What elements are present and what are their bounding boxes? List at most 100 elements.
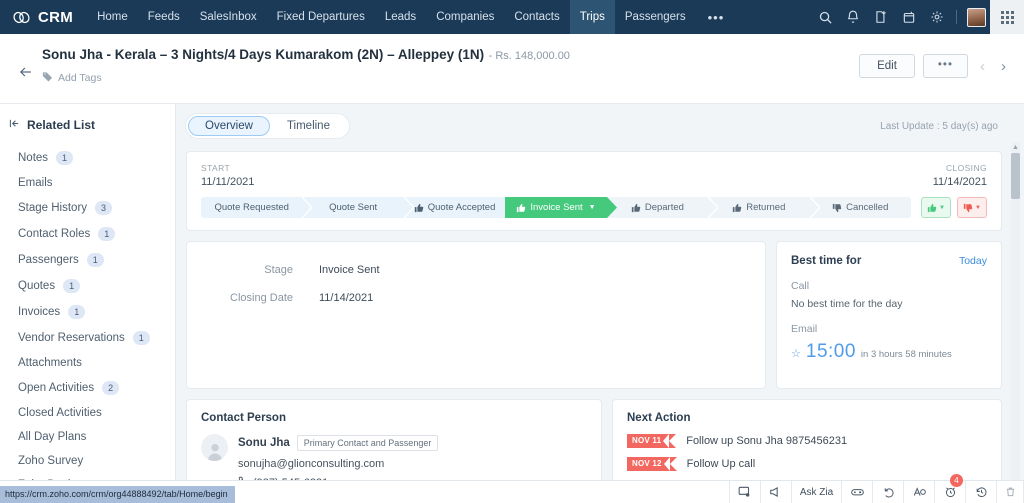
sidebar-item-open-activities[interactable]: Open Activities 2 bbox=[0, 375, 175, 401]
gear-icon[interactable] bbox=[923, 0, 951, 34]
tab-overview[interactable]: Overview bbox=[188, 116, 270, 136]
sidebar-item-count: 2 bbox=[102, 381, 120, 395]
undo-arrow-icon[interactable] bbox=[872, 481, 903, 503]
bell-icon[interactable] bbox=[839, 0, 867, 34]
top-navigation-bar: CRM Home Feeds SalesInbox Fixed Departur… bbox=[0, 0, 1024, 34]
trash-icon[interactable] bbox=[996, 481, 1024, 503]
record-title-block: Sonu Jha - Kerala – 3 Nights/4 Days Kuma… bbox=[38, 43, 570, 85]
stage-departed[interactable]: Departed bbox=[606, 197, 719, 218]
next-action-date-badge: NOV 11 bbox=[627, 434, 677, 448]
thumbs-up-icon bbox=[733, 203, 742, 212]
more-actions-button[interactable]: ••• bbox=[922, 54, 968, 78]
brand-logo-area[interactable]: CRM bbox=[0, 0, 87, 34]
stage-invoice-sent[interactable]: Invoice Sent ▼ bbox=[505, 197, 617, 218]
sidebar-item-count: 1 bbox=[56, 151, 74, 165]
next-action-text: Follow Up call bbox=[686, 458, 756, 470]
stage-quote-accepted[interactable]: Quote Accepted bbox=[403, 197, 516, 218]
nav-item-leads[interactable]: Leads bbox=[375, 0, 426, 34]
stage-quote-sent[interactable]: Quote Sent bbox=[302, 197, 414, 218]
stage-quote-requested[interactable]: Quote Requested bbox=[201, 197, 313, 218]
field-value[interactable]: 11/14/2021 bbox=[319, 292, 373, 304]
nav-item-trips[interactable]: Trips bbox=[569, 0, 615, 34]
megaphone-icon[interactable] bbox=[760, 481, 791, 503]
sidebar-item-zoho-survey[interactable]: Zoho Survey bbox=[0, 449, 175, 473]
nav-item-contacts[interactable]: Contacts bbox=[504, 0, 569, 34]
ask-zia-button[interactable]: Ask Zia bbox=[791, 481, 841, 503]
record-header-actions: Edit ••• ‹ › bbox=[859, 54, 1010, 78]
sidebar-item-label: Quotes bbox=[18, 280, 56, 292]
next-action-title: Next Action bbox=[627, 412, 691, 424]
chevron-down-icon: ▼ bbox=[975, 204, 981, 211]
best-time-today-link[interactable]: Today bbox=[959, 255, 987, 267]
chevron-down-icon[interactable]: ▼ bbox=[589, 204, 596, 211]
chevron-down-icon: ▼ bbox=[939, 204, 945, 211]
contact-email[interactable]: sonujha@glionconsulting.com bbox=[238, 458, 438, 470]
gamepad-icon[interactable] bbox=[841, 481, 872, 503]
thumbs-down-button[interactable]: ▼ bbox=[957, 197, 987, 218]
sidebar-item-all-day-plans[interactable]: All Day Plans bbox=[0, 425, 175, 449]
sidebar-item-stage-history[interactable]: Stage History 3 bbox=[0, 195, 175, 221]
add-tags-button[interactable]: Add Tags bbox=[42, 71, 570, 85]
next-record-button[interactable]: › bbox=[997, 58, 1010, 75]
nav-item-passengers[interactable]: Passengers bbox=[615, 0, 696, 34]
sidebar-item-label: Stage History bbox=[18, 202, 88, 214]
record-header: Sonu Jha - Kerala – 3 Nights/4 Days Kuma… bbox=[0, 34, 1024, 104]
main-scrollbar[interactable]: ▲ ▼ bbox=[1011, 142, 1020, 503]
search-icon[interactable] bbox=[811, 0, 839, 34]
best-time-card: Best time for Today Call No best time fo… bbox=[776, 241, 1002, 389]
tab-timeline[interactable]: Timeline bbox=[270, 116, 347, 136]
sidebar-item-label: Zoho Survey bbox=[18, 455, 84, 467]
sidebar-item-emails[interactable]: Emails bbox=[0, 171, 175, 195]
sidebar-item-vendor-reservations[interactable]: Vendor Reservations 1 bbox=[0, 325, 175, 351]
nav-item-salesinbox[interactable]: SalesInbox bbox=[190, 0, 267, 34]
alarm-clock-icon[interactable]: 4 bbox=[934, 474, 965, 503]
best-time-email-label: Email bbox=[791, 323, 818, 335]
scrollbar-thumb[interactable] bbox=[1011, 153, 1020, 199]
stage-pipeline-card: START 11/11/2021 CLOSING 11/14/2021 Quot… bbox=[186, 151, 1002, 231]
next-action-text: Follow up Sonu Jha 9875456231 bbox=[686, 435, 848, 447]
scroll-up-arrow-icon[interactable]: ▲ bbox=[1011, 142, 1020, 152]
history-clock-icon[interactable] bbox=[965, 481, 996, 503]
stage-returned[interactable]: Returned bbox=[708, 197, 820, 218]
zia-voice-icon[interactable] bbox=[903, 481, 934, 503]
screen-share-icon[interactable] bbox=[729, 481, 760, 503]
sidebar-item-notes[interactable]: Notes 1 bbox=[0, 145, 175, 171]
sidebar-item-quotes[interactable]: Quotes 1 bbox=[0, 273, 175, 299]
sidebar-item-label: Emails bbox=[18, 177, 53, 189]
nav-item-feeds[interactable]: Feeds bbox=[138, 0, 190, 34]
nav-item-companies[interactable]: Companies bbox=[426, 0, 504, 34]
sidebar-item-contact-roles[interactable]: Contact Roles 1 bbox=[0, 221, 175, 247]
closing-value: 11/14/2021 bbox=[932, 176, 987, 188]
next-action-item[interactable]: NOV 11 Follow up Sonu Jha 9875456231 bbox=[627, 434, 987, 448]
contact-name[interactable]: Sonu Jha bbox=[238, 437, 290, 449]
collapse-panel-icon[interactable] bbox=[9, 116, 20, 134]
stage-label: Quote Accepted bbox=[427, 202, 496, 213]
nav-item-home[interactable]: Home bbox=[87, 0, 138, 34]
sidebar-item-passengers[interactable]: Passengers 1 bbox=[0, 247, 175, 273]
star-icon: ☆ bbox=[791, 348, 801, 360]
best-time-title: Best time for bbox=[791, 255, 862, 267]
sidebar-item-closed-activities[interactable]: Closed Activities bbox=[0, 401, 175, 425]
thumbs-up-button[interactable]: ▼ bbox=[921, 197, 951, 218]
compose-note-icon[interactable] bbox=[867, 0, 895, 34]
sidebar-item-label: Notes bbox=[18, 152, 49, 164]
field-value[interactable]: Invoice Sent bbox=[319, 264, 380, 276]
edit-button[interactable]: Edit bbox=[859, 54, 915, 78]
add-tags-label: Add Tags bbox=[58, 72, 102, 84]
sidebar-item-attachments[interactable]: Attachments bbox=[0, 351, 175, 375]
calendar-icon[interactable] bbox=[895, 0, 923, 34]
contact-name-row: Sonu Jha Primary Contact and Passenger bbox=[238, 435, 439, 451]
apps-grid-icon[interactable] bbox=[990, 0, 1024, 34]
tag-icon bbox=[42, 71, 53, 85]
stage-cancelled[interactable]: Cancelled bbox=[809, 197, 911, 218]
sidebar-item-invoices[interactable]: Invoices 1 bbox=[0, 299, 175, 325]
back-arrow-icon[interactable] bbox=[12, 59, 38, 85]
record-amount: - Rs. 148,000.00 bbox=[488, 50, 570, 62]
main-content: Overview Timeline Last Update : 5 day(s)… bbox=[176, 104, 1024, 503]
user-avatar[interactable] bbox=[962, 0, 990, 34]
stage-dates: START 11/11/2021 CLOSING 11/14/2021 bbox=[201, 163, 987, 188]
nav-item-fixed-departures[interactable]: Fixed Departures bbox=[267, 0, 375, 34]
next-action-item[interactable]: NOV 12 Follow Up call bbox=[627, 457, 987, 471]
nav-more-button[interactable]: ••• bbox=[696, 0, 737, 34]
prev-record-button[interactable]: ‹ bbox=[976, 58, 989, 75]
